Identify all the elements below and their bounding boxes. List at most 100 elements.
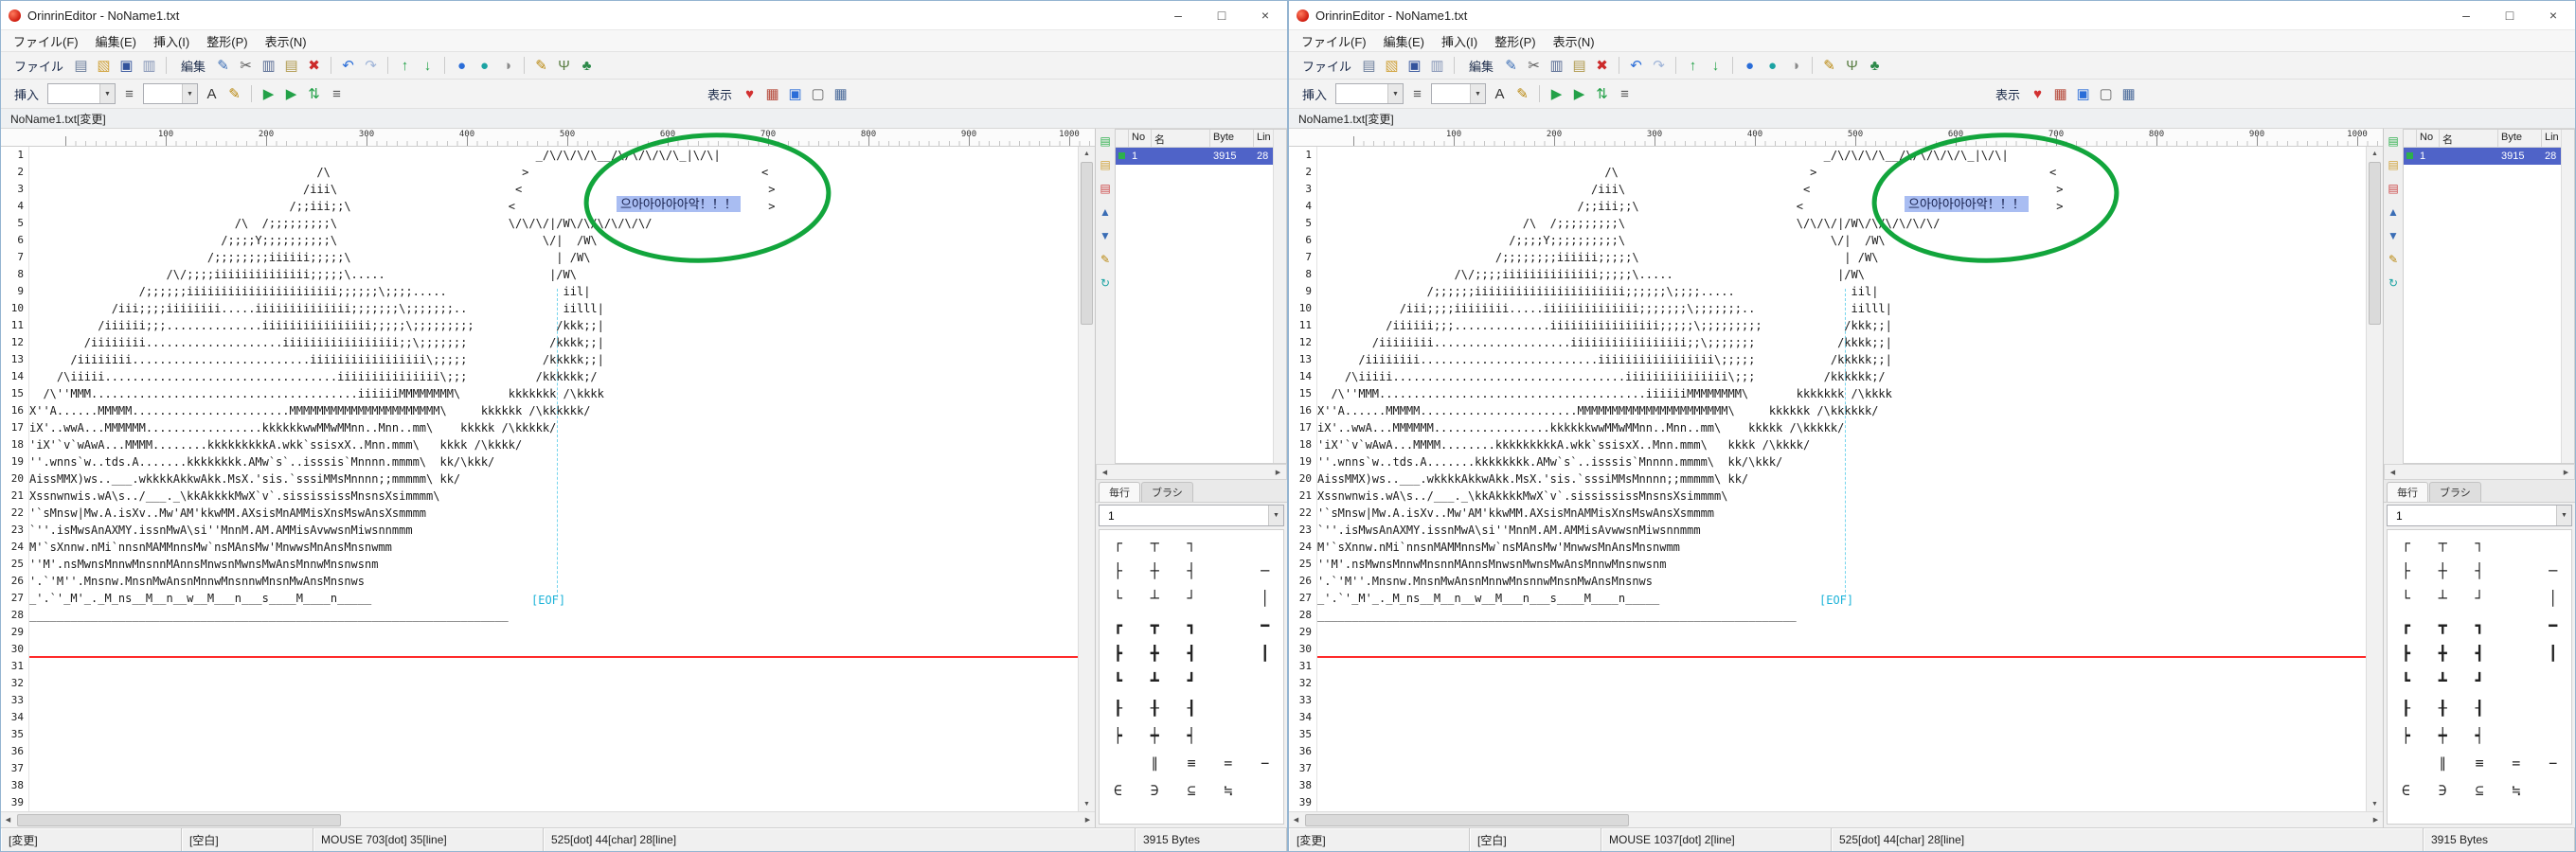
char-picker-icon[interactable]: A	[1489, 83, 1511, 104]
palette-tab-0[interactable]: 毎行	[2387, 482, 2428, 502]
edit-canvas[interactable]: _/\/\/\/\__/\/\/\/\/\_|\/\| /\ > < /iii\	[29, 147, 1078, 811]
palette-char[interactable]: ┿	[1136, 722, 1173, 750]
palette-char[interactable]: ┴	[2424, 585, 2461, 612]
palette-char[interactable]: ┛	[2461, 667, 2498, 695]
palette-char[interactable]: ≡	[1173, 750, 1210, 777]
palette-char[interactable]: ╂	[2424, 695, 2461, 722]
palette-char[interactable]: ┗	[2388, 667, 2424, 695]
aa-down-icon[interactable]: ▼	[1099, 228, 1113, 242]
panel-toggle-icon[interactable]: ▢	[2095, 83, 2117, 104]
insert-list-icon[interactable]: ≡	[1406, 83, 1428, 104]
palette-char[interactable]: −	[2534, 750, 2571, 777]
aa-edit-icon[interactable]: ✎	[1099, 252, 1113, 266]
aa-down-icon[interactable]: ▼	[2387, 228, 2401, 242]
menu-item-2[interactable]: 挿入(I)	[145, 32, 198, 50]
menu-item-3[interactable]: 整形(P)	[198, 32, 256, 50]
paste-icon[interactable]: ▤	[280, 55, 302, 76]
palette-char[interactable]: ≡	[2461, 750, 2498, 777]
paste-icon[interactable]: ▤	[1568, 55, 1590, 76]
mark-blue-icon[interactable]: ●	[1739, 55, 1761, 76]
save-as-icon[interactable]: ▥	[1426, 55, 1448, 76]
palette-char[interactable]: ┳	[2424, 612, 2461, 640]
palette-char[interactable]: ┼	[1136, 558, 1173, 585]
palette-char[interactable]: ┻	[1136, 667, 1173, 695]
move-down-icon[interactable]: ↓	[417, 55, 438, 76]
palette-char[interactable]: ┨	[1173, 695, 1210, 722]
palette-char[interactable]: ┫	[1173, 640, 1210, 667]
mark-teal-icon[interactable]: ●	[1762, 55, 1783, 76]
cut-icon[interactable]: ✂	[1523, 55, 1545, 76]
aa-delete-icon[interactable]: ▤	[1099, 181, 1113, 195]
save-file-icon[interactable]: ▣	[1404, 55, 1425, 76]
palette-tab-1[interactable]: ブラシ	[2429, 482, 2481, 502]
pen-icon[interactable]: ✎	[1818, 55, 1840, 76]
aa-add-icon[interactable]: ▤	[1099, 133, 1113, 148]
mark-blue-icon[interactable]: ●	[451, 55, 473, 76]
favorite-icon[interactable]: ♥	[2027, 83, 2048, 104]
menu-item-0[interactable]: ファイル(F)	[5, 32, 87, 50]
vertical-scrollbar-thumb[interactable]	[2369, 162, 2381, 325]
play-all-icon[interactable]: ▶	[1568, 83, 1590, 104]
palette-char[interactable]: ┐	[1173, 530, 1210, 558]
palette-char[interactable]: ┝	[1100, 722, 1136, 750]
minimize-button[interactable]: –	[2444, 1, 2488, 29]
maximize-button[interactable]: □	[2488, 1, 2531, 29]
swap-lines-icon[interactable]: ⇅	[1591, 83, 1613, 104]
palette-char[interactable]: ─	[1246, 558, 1283, 585]
mark-half-icon[interactable]: ◑	[1784, 55, 1806, 76]
palette-char[interactable]: ┥	[1173, 722, 1210, 750]
menu-item-4[interactable]: 表示(N)	[1545, 32, 1603, 50]
palette-char[interactable]: ┓	[1173, 612, 1210, 640]
edit-canvas[interactable]: _/\/\/\/\__/\/\/\/\/\_|\/\| /\ > < /iii\	[1317, 147, 2366, 811]
edit-mode-icon[interactable]: ✎	[1500, 55, 1522, 76]
copy-icon[interactable]: ▥	[258, 55, 279, 76]
palette-tab-0[interactable]: 毎行	[1099, 482, 1140, 502]
calendar-icon[interactable]: ▦	[2049, 83, 2071, 104]
monitor-icon[interactable]: ▣	[2072, 83, 2094, 104]
aa-table-row[interactable]: 1391528	[2404, 148, 2574, 165]
scroll-down-icon[interactable]: ▼	[2367, 797, 2383, 811]
palette-char[interactable]: ┃	[1246, 640, 1283, 667]
palette-char[interactable]: ∈	[2388, 777, 2424, 805]
vertical-scrollbar[interactable]: ▲ ▼	[2366, 147, 2383, 811]
insert-part-combo[interactable]: ▼	[143, 83, 198, 104]
delete-icon[interactable]: ✖	[303, 55, 325, 76]
palette-char[interactable]: ━	[1246, 612, 1283, 640]
horizontal-scrollbar-thumb[interactable]	[17, 814, 341, 826]
scroll-left-icon[interactable]: ◀	[1098, 465, 1112, 479]
scroll-left-icon[interactable]: ◀	[1289, 813, 1303, 827]
palette-char[interactable]: │	[2534, 585, 2571, 612]
scroll-up-icon[interactable]: ▲	[1079, 147, 1095, 161]
palette-char[interactable]: ├	[2388, 558, 2424, 585]
palette-char[interactable]: =	[1209, 750, 1246, 777]
branch-icon[interactable]: Ψ	[553, 55, 575, 76]
move-up-icon[interactable]: ↑	[394, 55, 416, 76]
scroll-right-icon[interactable]: ▶	[1081, 813, 1095, 827]
palette-char[interactable]: └	[1100, 585, 1136, 612]
palette-char[interactable]: ╋	[2424, 640, 2461, 667]
play-icon[interactable]: ▶	[1546, 83, 1567, 104]
palette-char[interactable]: ∥	[1136, 750, 1173, 777]
horizontal-scrollbar[interactable]: ◀ ▶	[1, 811, 1095, 827]
palette-char[interactable]: ┛	[1173, 667, 1210, 695]
palette-char[interactable]: ┏	[1100, 612, 1136, 640]
palette-char[interactable]: ╂	[1136, 695, 1173, 722]
table-horizontal-scrollbar[interactable]: ◀ ▶	[2384, 464, 2575, 480]
scroll-down-icon[interactable]: ▼	[1079, 797, 1095, 811]
edit-mode-icon[interactable]: ✎	[212, 55, 234, 76]
brush-select[interactable]: 1 ▼	[1099, 505, 1284, 526]
vertical-scrollbar-thumb[interactable]	[1081, 162, 1093, 325]
palette-char[interactable]: ┘	[2461, 585, 2498, 612]
insert-part-combo[interactable]: ▼	[1431, 83, 1486, 104]
grid-toggle-icon[interactable]: ▦	[830, 83, 851, 104]
vertical-scrollbar[interactable]: ▲ ▼	[1078, 147, 1095, 811]
aa-refresh-icon[interactable]: ↻	[2387, 275, 2401, 290]
brush-select[interactable]: 1 ▼	[2387, 505, 2572, 526]
palette-char[interactable]: ┗	[1100, 667, 1136, 695]
palette-char[interactable]: ┃	[2534, 640, 2571, 667]
palette-char[interactable]: ≒	[1209, 777, 1246, 805]
palette-char[interactable]: ━	[2534, 612, 2571, 640]
palette-char[interactable]: ⊆	[1173, 777, 1210, 805]
palette-char[interactable]: ╋	[1136, 640, 1173, 667]
palette-char[interactable]: ┳	[1136, 612, 1173, 640]
